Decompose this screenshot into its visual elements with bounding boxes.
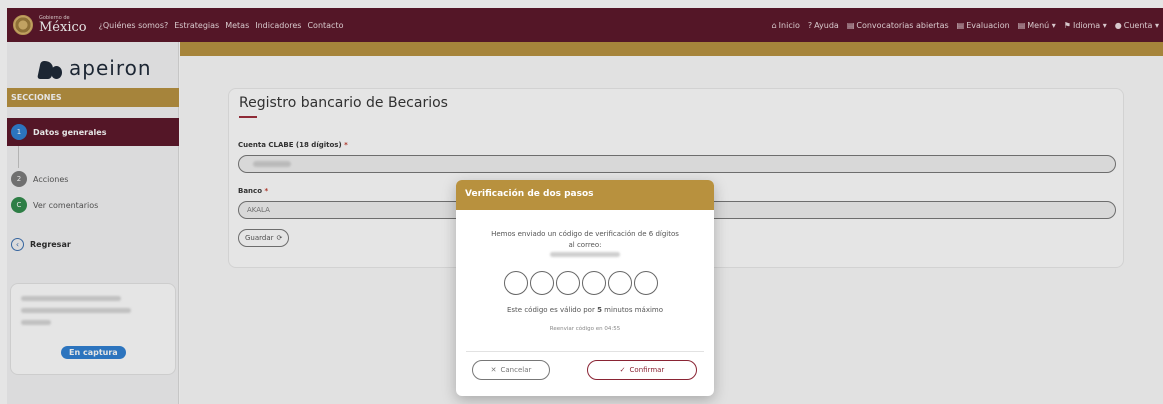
check-icon: ✓ <box>619 366 626 374</box>
otp-digit-6[interactable] <box>634 271 658 295</box>
cancel-button[interactable]: ✕ Cancelar <box>472 360 550 380</box>
otp-digit-1[interactable] <box>504 271 528 295</box>
validity-prefix: Este código es válido por <box>506 306 598 314</box>
cancel-label: Cancelar <box>500 366 532 374</box>
modal-message-line1: Hemos enviado un código de verificación … <box>491 230 679 238</box>
modal-title: Verificación de dos pasos <box>456 180 714 210</box>
confirm-label: Confirmar <box>629 366 665 374</box>
confirm-button[interactable]: ✓ Confirmar <box>587 360 697 380</box>
modal-message: Hemos enviado un código de verificación … <box>456 229 714 251</box>
blurred-email <box>550 252 620 257</box>
modal-divider <box>466 351 704 352</box>
otp-digit-5[interactable] <box>608 271 632 295</box>
otp-digit-2[interactable] <box>530 271 554 295</box>
resend-countdown: Reenviar código en 04:55 <box>549 326 621 332</box>
otp-inputs <box>504 271 658 295</box>
otp-digit-3[interactable] <box>556 271 580 295</box>
validity-text: Este código es válido por 5 minutos máxi… <box>456 306 714 314</box>
close-icon: ✕ <box>490 366 497 374</box>
two-step-verification-modal: Verificación de dos pasos Hemos enviado … <box>456 180 714 396</box>
validity-suffix: minutos máximo <box>601 306 664 314</box>
otp-digit-4[interactable] <box>582 271 606 295</box>
modal-message-line2: al correo: <box>568 241 602 249</box>
